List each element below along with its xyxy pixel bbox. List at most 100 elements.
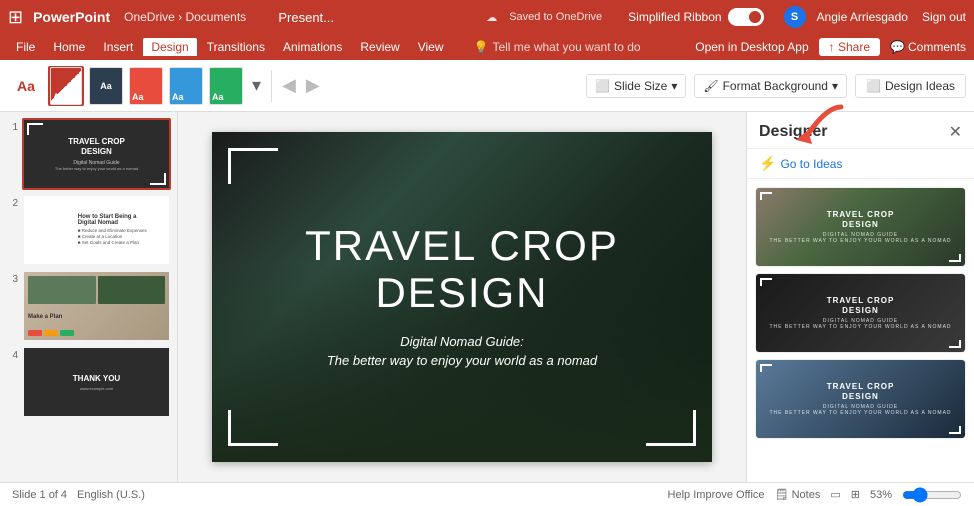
zoom-slider[interactable] [902, 487, 962, 503]
status-bar: Slide 1 of 4 English (U.S.) Help Improve… [0, 482, 974, 506]
slide-thumb-1[interactable]: 1 TRAVEL CROPDESIGN Digital Nomad Guide … [6, 118, 171, 190]
slide-1-title: TRAVEL CROPDESIGN [55, 137, 138, 156]
slide-content: TRAVEL CROP DESIGN Digital Nomad Guide: … [305, 223, 619, 370]
language-info: English (U.S.) [77, 489, 145, 501]
swatch-5-box: Aa [209, 67, 243, 105]
slide-num-4: 4 [6, 350, 18, 361]
lightbulb-icon: 💡 [474, 40, 489, 54]
slide-thumb-2[interactable]: 2 How to Start Being aDigital Nomad ■ Re… [6, 194, 171, 266]
sign-out-button[interactable]: Sign out [922, 10, 966, 24]
slide-size-button[interactable]: ⬜ Slide Size ▾ [586, 74, 686, 98]
menu-bar: File Home Insert Design Transitions Anim… [0, 34, 974, 60]
card-1-sub: Digital Nomad GuideThe better way to enj… [769, 232, 951, 244]
variant-right[interactable]: ▶ [302, 73, 324, 98]
slide-main-subtitle: Digital Nomad Guide: The better way to e… [305, 332, 619, 371]
cloud-icon: ☁ [486, 11, 497, 24]
slide-corner-tl [228, 148, 278, 184]
share-button[interactable]: ↑ Share [819, 38, 880, 56]
swatch-1-box: Aa [50, 67, 82, 105]
menu-transitions[interactable]: Transitions [199, 38, 273, 56]
design-card-3[interactable]: TRAVEL CROPDESIGN Digital Nomad GuideThe… [755, 359, 966, 439]
slide-info: Slide 1 of 4 [12, 489, 67, 501]
notes-icon: 🗒 [775, 489, 789, 501]
format-bg-chevron: ▾ [832, 79, 838, 93]
designer-panel: Designer ✕ ⚡ Go to Ideas TRAVEL CROPDESI… [746, 112, 974, 482]
design-ideas-icon: ⬜ [866, 79, 881, 93]
slide-thumb-3[interactable]: 3 Make a Plan [6, 270, 171, 342]
card-2-text: TRAVEL CROPDESIGN Digital Nomad GuideThe… [769, 296, 951, 329]
slide-size-icon: ⬜ [595, 79, 610, 93]
search-bar[interactable]: 💡 Tell me what you want to do [474, 40, 641, 54]
search-label: Tell me what you want to do [492, 40, 640, 54]
theme-swatch-1[interactable]: Aa [48, 66, 84, 106]
design-ideas-button[interactable]: ⬜ Design Ideas [855, 74, 966, 98]
card-1-corner-tl [760, 192, 772, 200]
theme-swatch-5[interactable]: Aa [208, 66, 244, 106]
card-2-corner-br [949, 340, 961, 348]
share-icon: ↑ [829, 40, 835, 54]
slide-corner-bl [228, 410, 278, 446]
swatch-3-box: Aa [129, 67, 163, 105]
slide-inner-1: TRAVEL CROPDESIGN Digital Nomad Guide Th… [24, 120, 169, 188]
menu-home[interactable]: Home [45, 38, 93, 56]
slide-num-2: 2 [6, 198, 18, 209]
variant-left[interactable]: ◀ [278, 73, 300, 98]
slide-view-icon[interactable]: ▭ [830, 488, 840, 501]
card-1-corner-br [949, 254, 961, 262]
ribbon-right: ⬜ Slide Size ▾ 🖌 Format Background ▾ ⬜ D… [586, 74, 966, 98]
red-arrow [776, 102, 856, 152]
slide-2-content: How to Start Being aDigital Nomad ■ Redu… [75, 211, 169, 250]
status-bar-right: Help Improve Office 🗒 Notes ▭ ⊞ 53% [668, 487, 962, 503]
slide-image-1[interactable]: TRAVEL CROPDESIGN Digital Nomad Guide Th… [22, 118, 171, 190]
slide-1-body: The better way to enjoy your world as a … [55, 166, 138, 171]
slide-num-3: 3 [6, 274, 18, 285]
simplified-ribbon-switch[interactable] [728, 8, 764, 26]
design-card-2[interactable]: TRAVEL CROPDESIGN Digital Nomad GuideThe… [755, 273, 966, 353]
slide-image-3[interactable]: Make a Plan [22, 270, 171, 342]
menu-insert[interactable]: Insert [95, 38, 141, 56]
user-name[interactable]: Angie Arriesgado [817, 10, 908, 24]
slide-image-4[interactable]: THANK YOU www.example.com [22, 346, 171, 418]
menu-view[interactable]: View [410, 38, 452, 56]
card-3-text: TRAVEL CROPDESIGN Digital Nomad GuideThe… [769, 382, 951, 415]
slide-corner-br [646, 410, 696, 446]
theme-swatch-aa[interactable]: Aa [8, 66, 44, 106]
theme-swatch-3[interactable]: Aa [128, 66, 164, 106]
slide-size-chevron: ▾ [671, 79, 677, 93]
format-background-button[interactable]: 🖌 Format Background ▾ [694, 74, 847, 98]
design-card-1[interactable]: TRAVEL CROPDESIGN Digital Nomad GuideThe… [755, 187, 966, 267]
zoom-level: 53% [870, 489, 892, 501]
designer-close-button[interactable]: ✕ [949, 122, 962, 142]
main-layout: 1 TRAVEL CROPDESIGN Digital Nomad Guide … [0, 112, 974, 482]
card-3-sub: Digital Nomad GuideThe better way to enj… [769, 404, 951, 416]
slide-4-url: www.example.com [80, 386, 113, 391]
simplified-ribbon-label: Simplified Ribbon [628, 10, 721, 24]
open-desktop-button[interactable]: Open in Desktop App [695, 40, 808, 54]
menu-review[interactable]: Review [352, 38, 407, 56]
menu-file[interactable]: File [8, 38, 43, 56]
notes-button[interactable]: 🗒 Notes [775, 488, 821, 501]
theme-swatch-4[interactable]: Aa [168, 66, 204, 106]
slide-main-title: TRAVEL CROP DESIGN [305, 223, 619, 315]
go-to-ideas-label: Go to Ideas [780, 157, 842, 171]
slideshow-icon[interactable]: ⊞ [851, 488, 860, 501]
user-icon: S [784, 6, 806, 28]
comments-button[interactable]: 💬 Comments [890, 40, 966, 54]
main-slide[interactable]: TRAVEL CROP DESIGN Digital Nomad Guide: … [212, 132, 712, 462]
canvas-area[interactable]: TRAVEL CROP DESIGN Digital Nomad Guide: … [178, 112, 746, 482]
more-themes-button[interactable]: ▾ [248, 73, 265, 98]
slide-inner-2: How to Start Being aDigital Nomad ■ Redu… [24, 196, 169, 264]
help-improve-link[interactable]: Help Improve Office [668, 489, 765, 501]
menu-design[interactable]: Design [143, 38, 196, 56]
slide-image-2[interactable]: How to Start Being aDigital Nomad ■ Redu… [22, 194, 171, 266]
breadcrumb[interactable]: OneDrive › Documents [124, 10, 246, 24]
title-bar: ⊞ PowerPoint OneDrive › Documents Presen… [0, 0, 974, 34]
theme-swatch-2[interactable]: Aa [88, 66, 124, 106]
go-to-ideas-button[interactable]: ⚡ Go to Ideas [747, 149, 974, 179]
slide-thumb-4[interactable]: 4 THANK YOU www.example.com [6, 346, 171, 418]
app-grid-icon[interactable]: ⊞ [8, 7, 23, 28]
simplified-ribbon-toggle[interactable]: Simplified Ribbon [628, 8, 763, 26]
slide-panel: 1 TRAVEL CROPDESIGN Digital Nomad Guide … [0, 112, 178, 482]
ribbon-separator-1 [271, 70, 272, 102]
menu-animations[interactable]: Animations [275, 38, 350, 56]
